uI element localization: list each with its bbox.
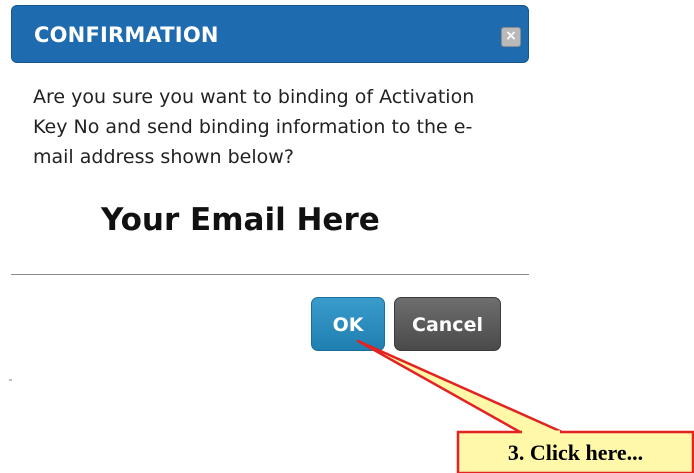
callout-text: 3. Click here... (507, 440, 644, 465)
callout-pointer (356, 339, 694, 473)
